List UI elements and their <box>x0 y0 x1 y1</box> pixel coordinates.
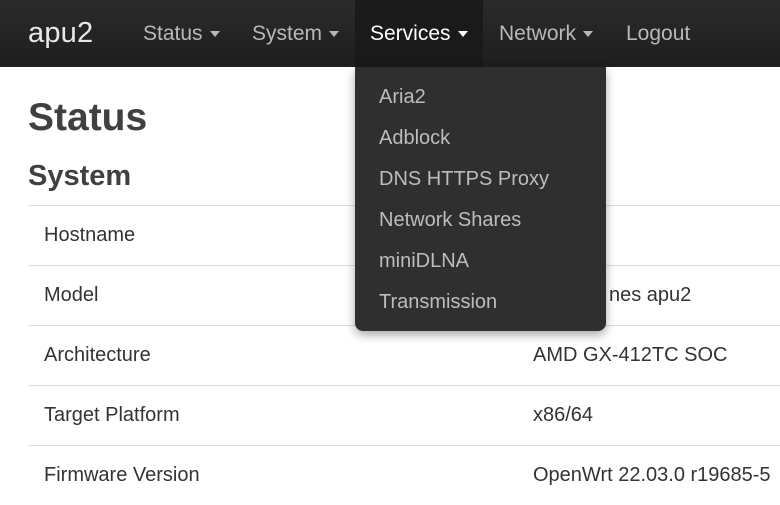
nav-logout-label: Logout <box>626 22 691 45</box>
nav-status[interactable]: Status <box>128 0 235 67</box>
caret-down-icon <box>583 31 594 38</box>
nav-network-label: Network <box>499 22 577 45</box>
row-label: Hostname <box>44 224 136 246</box>
page-title: Status <box>28 96 148 139</box>
menu-item-minidlna[interactable]: miniDLNA <box>355 241 606 282</box>
row-label: Architecture <box>44 344 151 366</box>
caret-down-icon <box>209 31 220 38</box>
menu-item-aria2[interactable]: Aria2 <box>355 77 606 118</box>
row-label: Model <box>44 284 99 306</box>
brand-logo[interactable]: apu2 <box>28 17 93 50</box>
row-value: nes apu2 <box>609 284 692 306</box>
nav-services[interactable]: Services <box>355 0 483 67</box>
menu-item-adblock[interactable]: Adblock <box>355 118 606 159</box>
services-dropdown-menu: Aria2 Adblock DNS HTTPS Proxy Network Sh… <box>355 67 606 331</box>
row-value: OpenWrt 22.03.0 r19685-5 <box>533 464 771 486</box>
table-row: Architecture AMD GX-412TC SOC <box>28 325 780 385</box>
nav-services-label: Services <box>370 22 451 45</box>
menu-item-network-shares[interactable]: Network Shares <box>355 200 606 241</box>
nav-network[interactable]: Network <box>484 0 608 67</box>
row-label: Target Platform <box>44 404 180 426</box>
top-navbar: apu2 Status System Services Network Logo… <box>0 0 780 67</box>
nav-system-label: System <box>252 22 323 45</box>
menu-item-transmission[interactable]: Transmission <box>355 282 606 323</box>
nav-system[interactable]: System <box>237 0 354 67</box>
caret-down-icon <box>457 31 468 38</box>
row-value: AMD GX-412TC SOC <box>533 344 728 366</box>
nav-status-label: Status <box>143 22 203 45</box>
table-row: Firmware Version OpenWrt 22.03.0 r19685-… <box>28 445 780 505</box>
table-row: Target Platform x86/64 <box>28 385 780 445</box>
section-title: System <box>28 160 132 192</box>
nav-logout[interactable]: Logout <box>611 0 705 67</box>
caret-down-icon <box>329 31 340 38</box>
row-label: Firmware Version <box>44 464 200 486</box>
row-value: x86/64 <box>533 404 594 426</box>
menu-item-dns-https-proxy[interactable]: DNS HTTPS Proxy <box>355 159 606 200</box>
